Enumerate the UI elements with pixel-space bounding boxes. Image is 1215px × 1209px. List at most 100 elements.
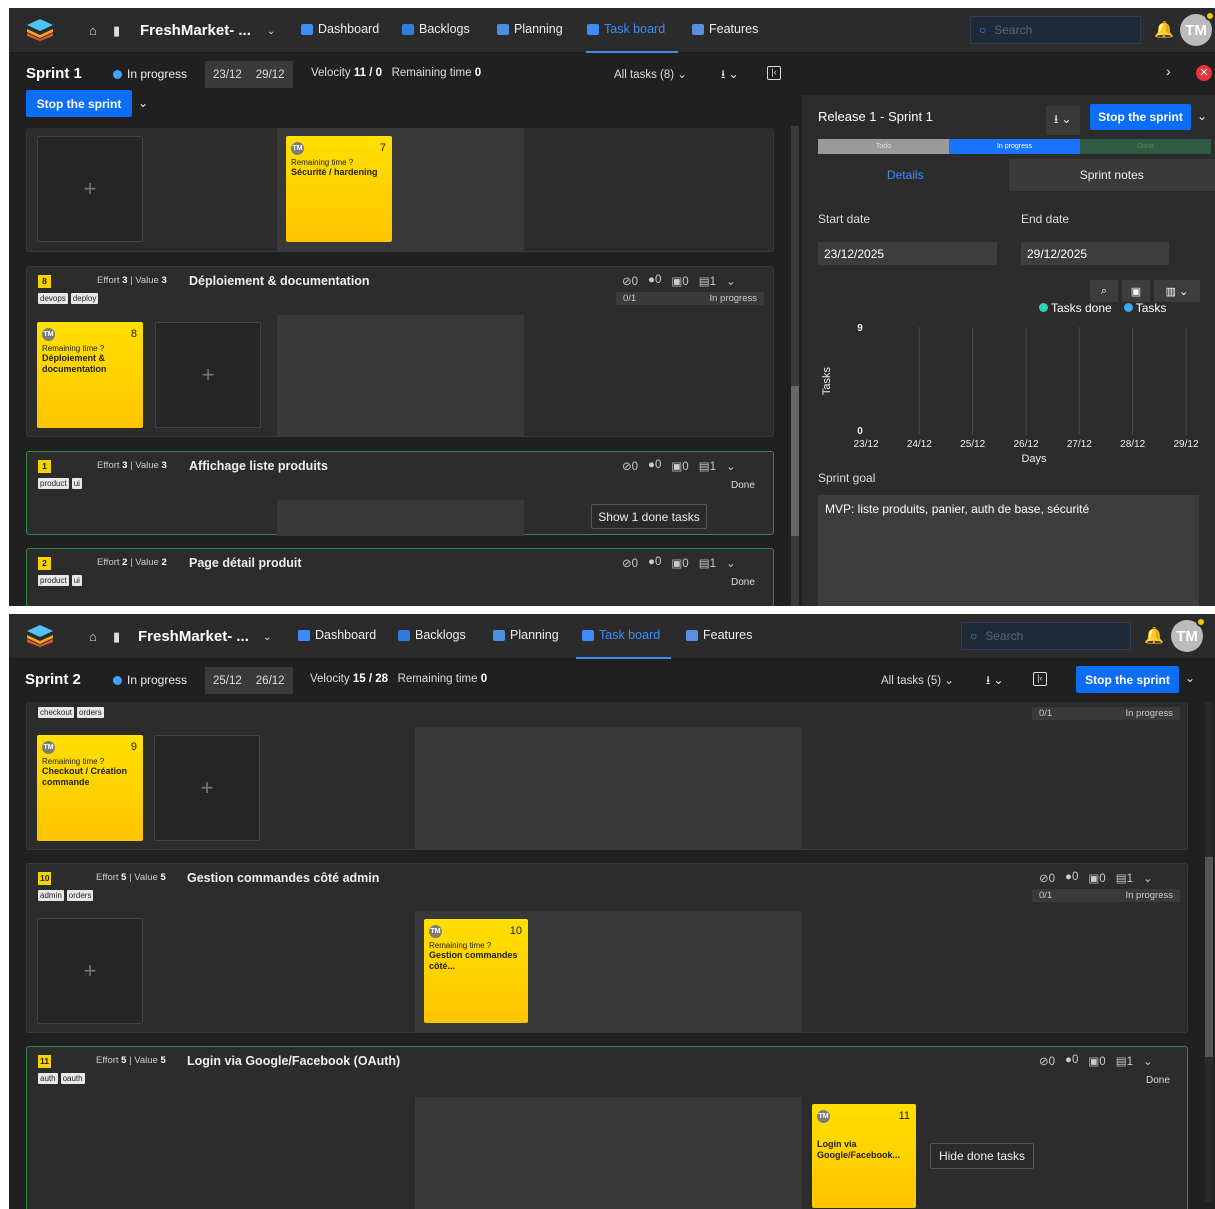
notification-dot [1196, 617, 1206, 627]
collapse-panel-icon[interactable]: |‹ [767, 66, 781, 80]
task-card[interactable]: TM 11 Login via Google/Facebook... [812, 1104, 916, 1208]
story-counters: ⊘0 ●0 ▣0 ▤1 ⌄ [622, 459, 736, 473]
story-title[interactable]: Gestion commandes côté admin [187, 871, 379, 885]
add-task-button[interactable]: + [154, 735, 260, 841]
show-done-tasks-button[interactable]: Show 1 done tasks [591, 504, 707, 529]
sprint-details-panel: Release 1 - Sprint 1 ⭳ ⌄ Stop the sprint… [802, 95, 1215, 606]
chevron-down-icon[interactable]: ⌄ [726, 274, 736, 288]
stop-sprint-button[interactable]: Stop the sprint [1090, 104, 1191, 130]
stop-sprint-button[interactable]: Stop the sprint [26, 90, 132, 117]
y-tick-label: 9 [857, 323, 863, 334]
all-tasks-filter[interactable]: All tasks (8) ⌄ [614, 67, 687, 81]
chevron-down-icon[interactable]: ⌄ [1185, 671, 1195, 685]
scrollbar-thumb[interactable] [791, 386, 799, 536]
task-count: ▣0 [671, 276, 689, 288]
hide-done-tasks-button[interactable]: Hide done tasks [930, 1143, 1034, 1169]
task-card[interactable]: TM 8 Remaining time ? Déploiement & docu… [37, 322, 143, 428]
task-card[interactable]: TM 9 Remaining time ? Checkout / Créatio… [37, 735, 143, 841]
nav-features[interactable]: Features [692, 22, 758, 36]
sprint-selector[interactable]: Sprint 2 [25, 671, 81, 688]
chevron-down-icon[interactable]: ⌄ [1143, 1054, 1153, 1068]
nav-taskboard[interactable]: Task board [582, 628, 660, 642]
close-icon[interactable]: ✕ [1196, 65, 1212, 81]
search-input[interactable]: ○ Search [970, 16, 1141, 44]
all-tasks-filter[interactable]: All tasks (5) ⌄ [881, 673, 954, 687]
x-axis-label: Days [1021, 453, 1047, 465]
legend-tasks-done[interactable]: Tasks done [1039, 301, 1112, 315]
story-title[interactable]: Page détail produit [189, 556, 302, 570]
app-logo-icon[interactable] [27, 625, 53, 647]
add-task-button[interactable]: + [155, 322, 261, 428]
document-icon[interactable]: ▮ [113, 23, 120, 39]
chevron-down-icon[interactable]: ⌄ [263, 632, 271, 643]
subtask-count: ▤1 [698, 558, 716, 570]
project-selector[interactable]: FreshMarket- ... [138, 628, 249, 645]
app-logo-icon[interactable] [27, 19, 53, 41]
task-card[interactable]: TM 10 Remaining time ? Gestion commandes… [424, 919, 528, 1023]
chart-type-icon[interactable]: ▥ ⌄ [1154, 280, 1200, 302]
nav-planning[interactable]: Planning [497, 22, 563, 36]
story-title[interactable]: Déploiement & documentation [189, 274, 370, 288]
legend-dot-icon [1123, 303, 1133, 312]
bell-icon[interactable]: 🔔 [1144, 626, 1164, 646]
start-date-label: Start date [818, 212, 871, 226]
y-tick-label: 0 [857, 426, 863, 437]
chevron-right-icon[interactable]: › [1166, 63, 1171, 79]
nav-backlogs[interactable]: Backlogs [398, 628, 466, 642]
x-tick-label: 28/12 [1120, 439, 1145, 450]
save-icon[interactable]: ▣ [1122, 280, 1150, 302]
story-title[interactable]: Affichage liste produits [189, 459, 328, 473]
document-icon[interactable]: ▮ [113, 629, 120, 645]
bell-icon[interactable]: 🔔 [1154, 20, 1174, 40]
avatar: TM [42, 328, 55, 341]
start-date-field[interactable]: 23/12/2025 [818, 242, 997, 265]
chevron-down-icon[interactable]: ⌄ [1143, 871, 1153, 885]
download-icon[interactable]: ⭳ ⌄ [721, 65, 739, 86]
stop-sprint-button[interactable]: Stop the sprint [1076, 666, 1179, 693]
nav-taskboard[interactable]: Task board [587, 22, 665, 36]
nav-backlogs[interactable]: Backlogs [402, 22, 470, 36]
avatar[interactable]: TM [1180, 11, 1215, 46]
zoom-icon[interactable]: ⌕ [1090, 280, 1118, 302]
nav-dashboard[interactable]: Dashboard [298, 628, 376, 642]
board-scrollbar[interactable] [791, 126, 799, 606]
board-scrollbar[interactable] [1205, 702, 1213, 1202]
avatar[interactable]: TM [1171, 617, 1206, 652]
nav-planning[interactable]: Planning [493, 628, 559, 642]
chevron-down-icon[interactable]: ⌄ [1197, 109, 1207, 123]
sprint-goal-textarea[interactable]: MVP: liste produits, panier, auth de bas… [818, 495, 1199, 606]
chevron-down-icon[interactable]: ⌄ [726, 556, 736, 570]
tag: auth [38, 1073, 58, 1084]
scrollbar-thumb[interactable] [1205, 857, 1213, 1057]
story-title[interactable]: Login via Google/Facebook (OAuth) [187, 1054, 400, 1068]
home-icon[interactable]: ⌂ [89, 629, 97, 644]
collapse-panel-icon[interactable]: |‹ [1033, 672, 1047, 686]
tab-details[interactable]: Details [802, 159, 1009, 191]
story-row: 10 Effort 5 | Value 5 Gestion commandes … [26, 863, 1188, 1033]
legend-tasks[interactable]: Tasks [1123, 301, 1166, 315]
search-input[interactable]: ○ Search [961, 622, 1131, 650]
tag: admin [38, 890, 64, 901]
top-navbar: ⌂ ▮ FreshMarket- ... ⌄ Dashboard Backlog… [9, 8, 1215, 53]
story-row: checkout orders 0/1 In progress TM 9 Remai… [26, 702, 1188, 850]
nav-features[interactable]: Features [686, 628, 752, 642]
chevron-down-icon[interactable]: ⌄ [726, 459, 736, 473]
story-status: Done [731, 480, 755, 491]
download-icon[interactable]: ⭳ ⌄ [986, 671, 1004, 692]
download-icon[interactable]: ⭳ ⌄ [1046, 106, 1080, 135]
tag: orders [66, 890, 94, 901]
tag: product [38, 478, 69, 489]
stop-sprint-dropdown-icon[interactable]: ⌄ [138, 96, 148, 110]
tab-sprint-notes[interactable]: Sprint notes [1008, 159, 1215, 191]
project-selector[interactable]: FreshMarket- ... [140, 22, 251, 39]
add-task-button[interactable]: + [37, 136, 143, 242]
sprint-dates: 23/12 29/12 [205, 61, 293, 88]
home-icon[interactable]: ⌂ [89, 23, 97, 38]
nav-dashboard[interactable]: Dashboard [301, 22, 379, 36]
add-task-button[interactable]: + [37, 918, 143, 1024]
avatar: TM [291, 142, 304, 155]
chevron-down-icon[interactable]: ⌄ [267, 26, 275, 37]
end-date-field[interactable]: 29/12/2025 [1021, 242, 1169, 265]
sprint-selector[interactable]: Sprint 1 [26, 65, 82, 82]
task-card[interactable]: TM 7 Remaining time ? Sécurité / hardeni… [286, 136, 392, 242]
